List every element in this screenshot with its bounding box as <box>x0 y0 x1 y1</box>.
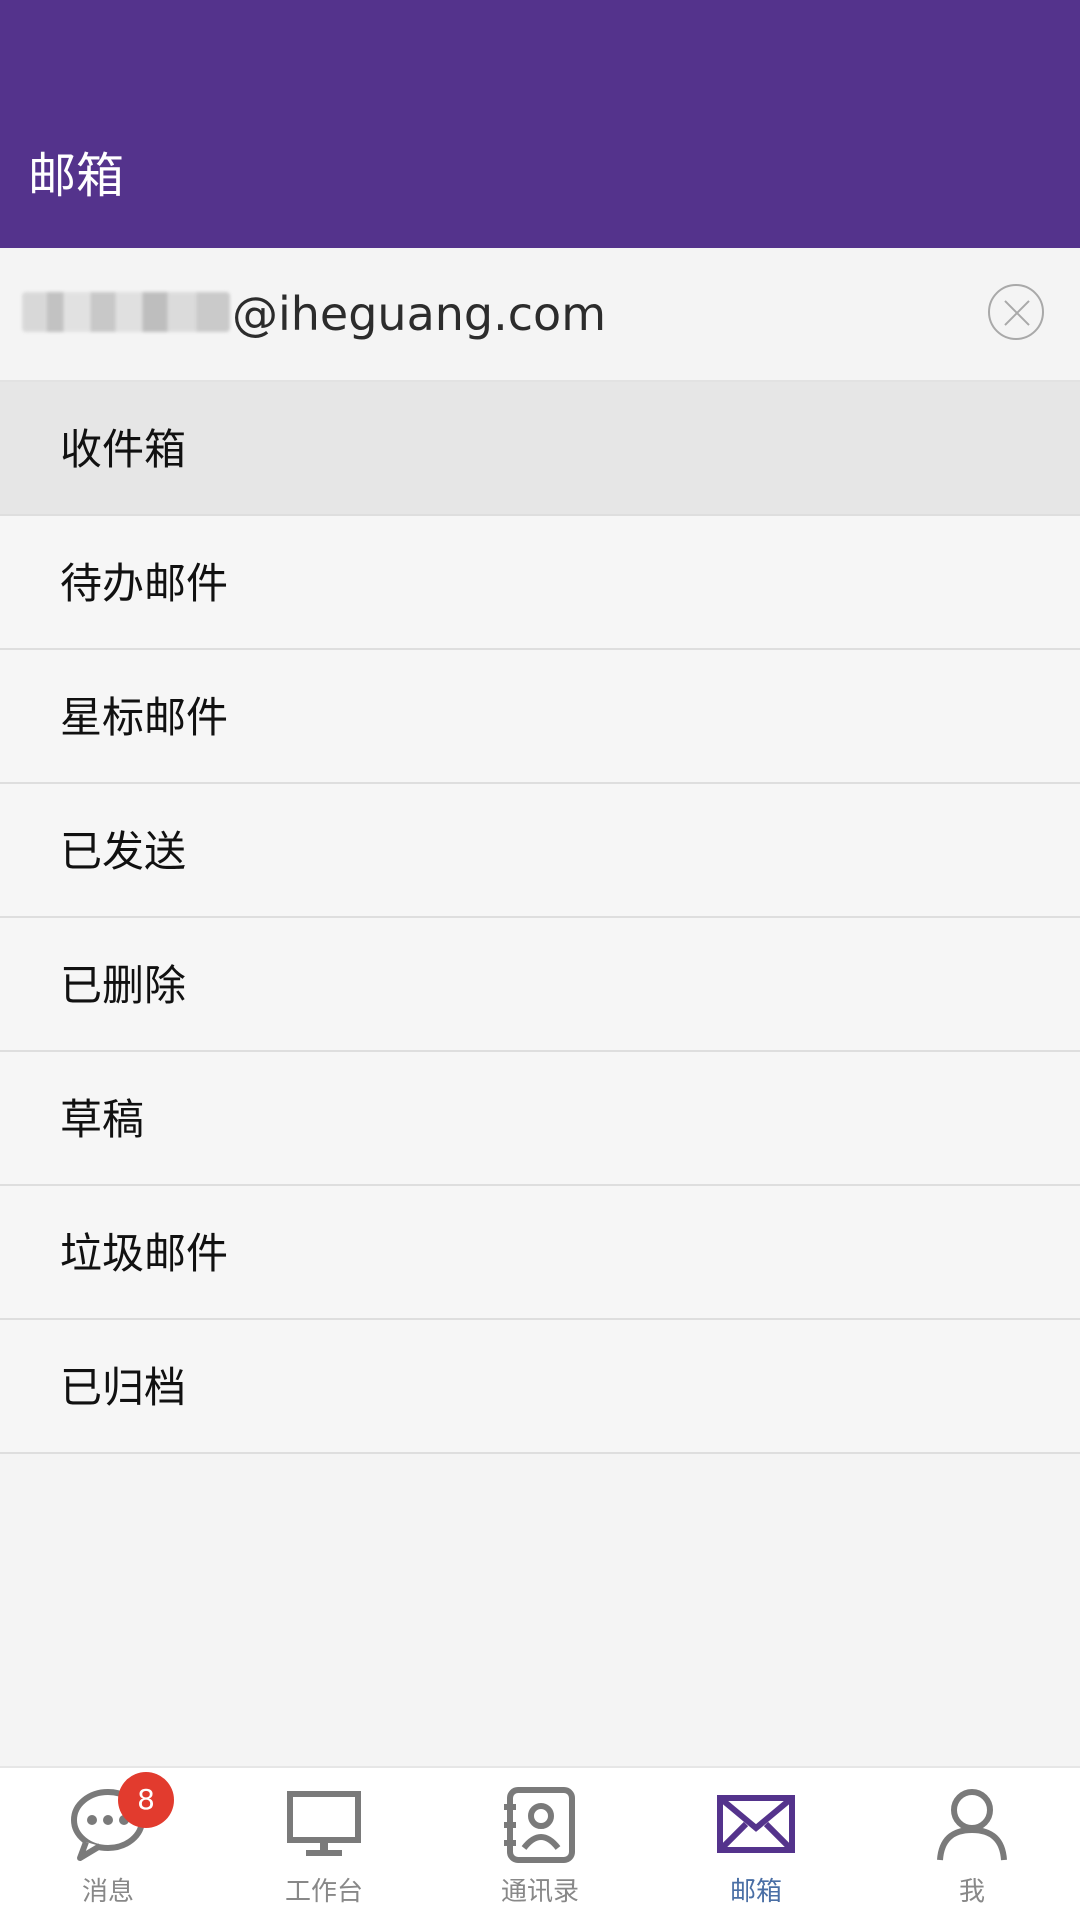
tab-label: 消息 <box>81 1877 134 1907</box>
unread-badge: 8 <box>118 1772 174 1828</box>
monitor-icon <box>287 1791 361 1856</box>
folder-label: 已发送 <box>60 827 187 876</box>
folder-item-deleted[interactable]: 已删除 <box>0 918 1080 1052</box>
tab-workbench[interactable]: 工作台 <box>216 1768 432 1922</box>
mail-icon <box>717 1795 795 1853</box>
folder-item-starred[interactable]: 星标邮件 <box>0 650 1080 784</box>
folder-item-sent[interactable]: 已发送 <box>0 784 1080 918</box>
page-title: 邮箱 <box>28 148 125 204</box>
folder-item-todo[interactable]: 待办邮件 <box>0 516 1080 650</box>
folder-item-inbox[interactable]: 收件箱 <box>0 382 1080 516</box>
folder-item-archived[interactable]: 已归档 <box>0 1320 1080 1454</box>
folder-label: 已归档 <box>60 1363 187 1412</box>
close-icon[interactable] <box>988 284 1044 340</box>
tab-me[interactable]: 我 <box>864 1768 1080 1922</box>
folder-label: 垃圾邮件 <box>60 1229 229 1278</box>
folder-item-spam[interactable]: 垃圾邮件 <box>0 1186 1080 1320</box>
app-header: 邮箱 <box>0 0 1080 248</box>
tab-contacts[interactable]: 通讯录 <box>432 1768 648 1922</box>
folder-label: 草稿 <box>60 1095 145 1144</box>
tab-label: 工作台 <box>284 1877 363 1907</box>
account-row[interactable]: @iheguang.com <box>0 248 1080 382</box>
folder-item-drafts[interactable]: 草稿 <box>0 1052 1080 1186</box>
folder-label: 星标邮件 <box>60 693 229 742</box>
folder-label: 收件箱 <box>60 425 187 474</box>
folder-list: 收件箱 待办邮件 星标邮件 已发送 已删除 草稿 垃圾邮件 已归档 <box>0 382 1080 1454</box>
tab-label: 邮箱 <box>729 1877 782 1907</box>
tab-mail[interactable]: 邮箱 <box>648 1768 864 1922</box>
account-email: @iheguang.com <box>232 287 606 341</box>
folder-label: 待办邮件 <box>60 559 229 608</box>
account-username-redacted <box>22 292 230 332</box>
folder-label: 已删除 <box>60 961 187 1010</box>
tab-messages[interactable]: 8 消息 <box>0 1768 216 1922</box>
contacts-icon <box>504 1787 575 1863</box>
tab-label: 我 <box>958 1877 985 1907</box>
person-icon <box>937 1789 1007 1861</box>
bottom-tab-bar: 8 消息 工作台 通讯录 邮箱 我 <box>0 1766 1080 1922</box>
tab-label: 通讯录 <box>500 1877 579 1907</box>
